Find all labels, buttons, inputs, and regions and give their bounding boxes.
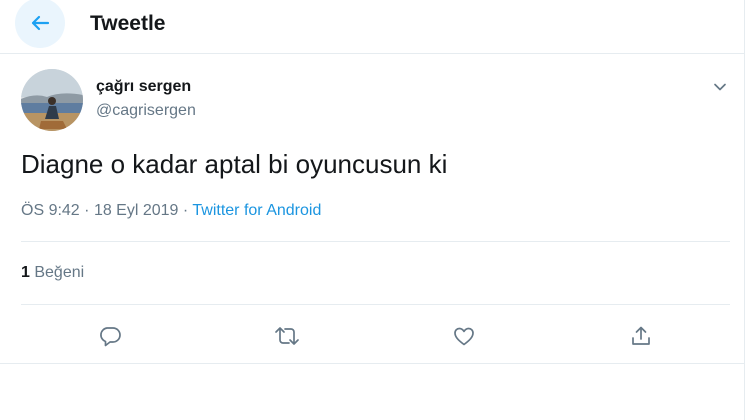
divider [0, 363, 745, 364]
retweet-button[interactable] [271, 320, 303, 352]
page-header: Tweetle [0, 0, 745, 54]
tweet-text: Diagne o kadar aptal bi oyuncusun ki [21, 149, 448, 179]
retweet-icon [275, 327, 299, 345]
meta-separator: · [84, 202, 90, 219]
likes-stat[interactable]: 1 Beğeni [21, 264, 84, 282]
chevron-down-icon [714, 83, 726, 91]
user-handle[interactable]: @cagrisergen [96, 102, 196, 120]
likes-label: Beğeni [34, 264, 85, 281]
share-button[interactable] [625, 320, 657, 352]
tweet-metadata: ÖS 9:42 · 18 Eyl 2019 · Twitter for Andr… [21, 202, 321, 220]
tweet-source-link[interactable]: Twitter for Android [192, 202, 321, 219]
display-name[interactable]: çağrı sergen [96, 78, 191, 96]
likes-count: 1 [21, 264, 30, 281]
tweet-page: Tweetle çağrı sergen @cagrisergen Diagne… [0, 0, 745, 420]
page-title: Tweetle [90, 12, 166, 35]
share-icon [632, 326, 650, 345]
tweet-menu-button[interactable] [707, 76, 733, 98]
arrow-left-icon [31, 15, 50, 31]
meta-separator: · [182, 202, 189, 219]
divider [21, 304, 730, 305]
reply-button[interactable] [94, 320, 126, 352]
back-button[interactable] [15, 0, 65, 48]
tweet-date[interactable]: 18 Eyl 2019 [94, 202, 179, 219]
divider [21, 241, 730, 242]
like-button[interactable] [448, 320, 480, 352]
reply-icon [100, 327, 121, 347]
tweet-time[interactable]: ÖS 9:42 [21, 202, 80, 219]
avatar[interactable] [21, 69, 83, 131]
heart-icon [454, 327, 474, 346]
